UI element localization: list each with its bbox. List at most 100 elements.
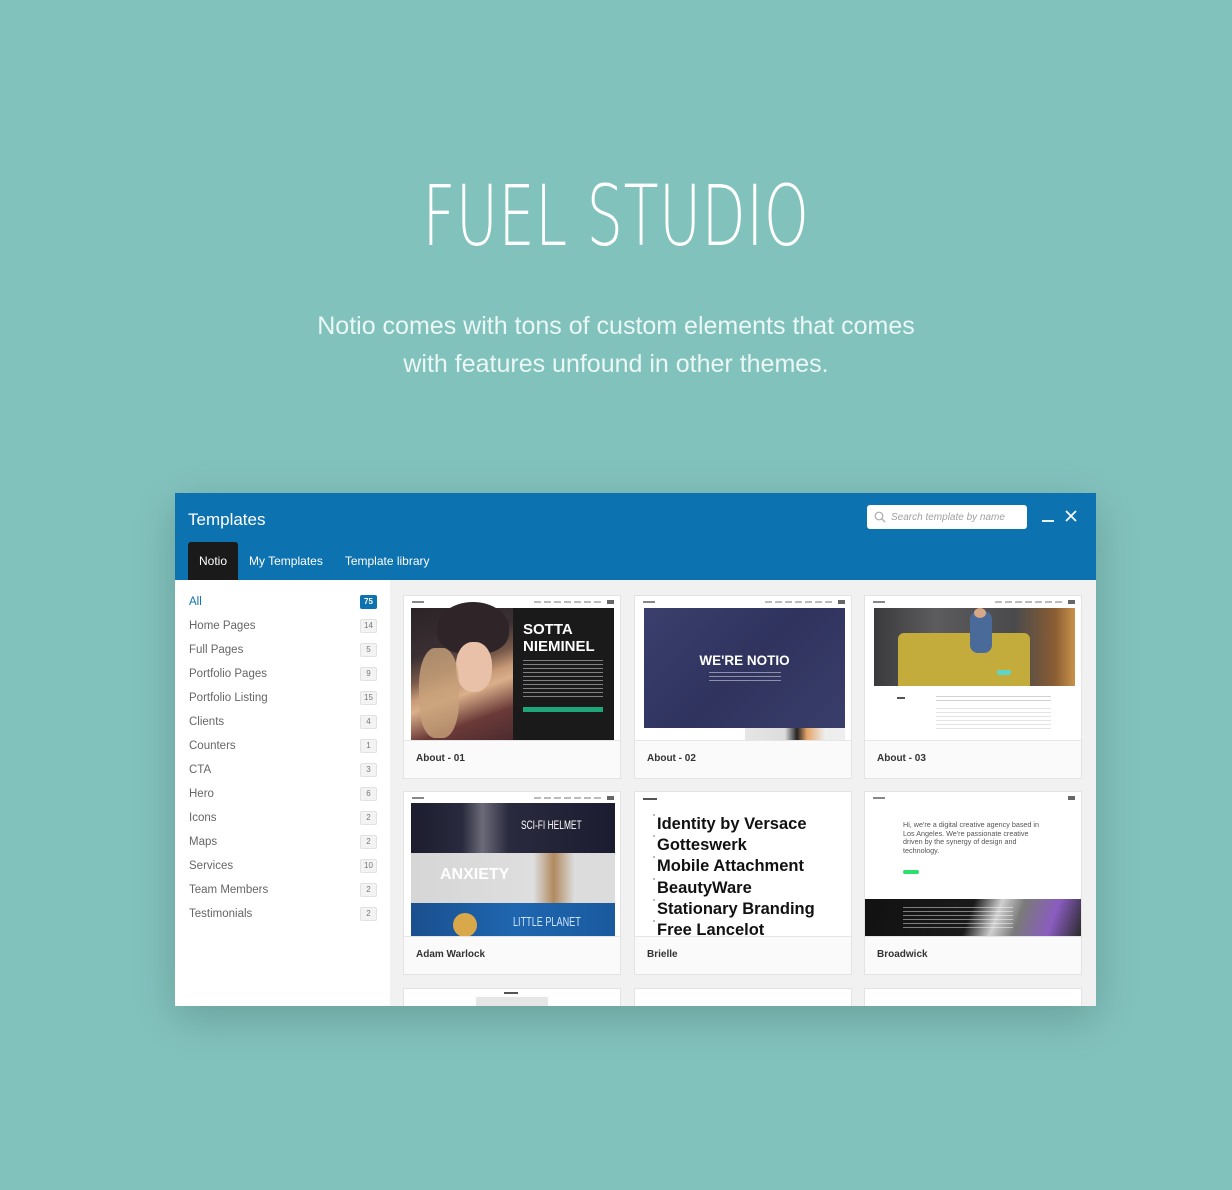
templates-window: Templates Notio My Templates Template li… xyxy=(175,493,1096,1006)
template-name: Adam Warlock xyxy=(416,949,486,960)
template-thumbnail: SCI-FI HELMET ANXIETY LITTLE PLANET xyxy=(404,792,620,937)
hero-title: FUEL STUDIO xyxy=(422,167,810,265)
preview-nav xyxy=(410,796,614,802)
category-hero[interactable]: Hero 6 xyxy=(189,782,377,806)
category-portfolio-listing[interactable]: Portfolio Listing 15 xyxy=(189,686,377,710)
template-card-partial[interactable] xyxy=(634,988,852,1006)
template-card-about-01[interactable]: SOTTA NIEMINEL About - 01 xyxy=(403,595,621,779)
category-count: 10 xyxy=(360,859,377,873)
preview-heading-2: NIEMINEL xyxy=(523,638,595,655)
preview-row-title: ANXIETY xyxy=(440,866,510,883)
template-name: Brielle xyxy=(647,949,678,960)
category-label: Maps xyxy=(189,836,218,848)
preview-intro-text: Hi, we're a digital creative agency base… xyxy=(903,820,1040,855)
category-count: 2 xyxy=(360,883,377,897)
category-counters[interactable]: Counters 1 xyxy=(189,734,377,758)
category-cta[interactable]: CTA 3 xyxy=(189,758,377,782)
template-card-brielle[interactable]: Identity by Versace Gotteswerk Mobile At… xyxy=(634,791,852,975)
minimize-button[interactable] xyxy=(1039,507,1057,525)
tab-notio[interactable]: Notio xyxy=(188,542,239,580)
tab-bar: Notio My Templates Template library xyxy=(188,542,441,580)
category-label: Full Pages xyxy=(189,644,244,656)
category-label: Portfolio Pages xyxy=(189,668,267,680)
category-label: Portfolio Listing xyxy=(189,692,268,704)
hero-subtitle-line-2: with features unfound in other themes. xyxy=(403,350,829,378)
template-grid: SOTTA NIEMINEL About - 01 WE'RE NOTIO Ab… xyxy=(390,580,1096,1006)
template-name: About - 01 xyxy=(416,753,465,764)
close-button[interactable] xyxy=(1062,507,1080,525)
category-label: Home Pages xyxy=(189,620,256,632)
category-label: CTA xyxy=(189,764,212,776)
category-label: Icons xyxy=(189,812,217,824)
preview-row-title: LITTLE PLANET xyxy=(513,914,581,929)
preview-nav xyxy=(871,796,1075,802)
category-team-members[interactable]: Team Members 2 xyxy=(189,878,377,902)
preview-row-little-planet: LITTLE PLANET xyxy=(411,903,615,936)
category-all[interactable]: All 75 xyxy=(189,590,377,614)
preview-list-item: Mobile Attachment xyxy=(657,857,804,875)
category-label: Clients xyxy=(189,716,225,728)
category-count: 9 xyxy=(360,667,377,681)
template-card-about-03[interactable]: About - 03 xyxy=(864,595,1082,779)
template-card-broadwick[interactable]: Hi, we're a digital creative agency base… xyxy=(864,791,1082,975)
template-card-partial[interactable] xyxy=(864,988,1082,1006)
template-thumbnail: Identity by Versace Gotteswerk Mobile At… xyxy=(635,792,851,937)
preview-list-item: Identity by Versace xyxy=(657,815,807,833)
category-count: 2 xyxy=(360,811,377,825)
preview-body-text xyxy=(709,672,781,682)
category-count: 1 xyxy=(360,739,377,753)
category-testimonials[interactable]: Testimonials 2 xyxy=(189,902,377,926)
category-count: 2 xyxy=(360,907,377,921)
category-label: Hero xyxy=(189,788,214,800)
category-portfolio-pages[interactable]: Portfolio Pages 9 xyxy=(189,662,377,686)
preview-heading-text xyxy=(936,696,1051,704)
template-name: Broadwick xyxy=(877,949,928,960)
category-sidebar: All 75 Home Pages 14 Full Pages 5 Portfolio… xyxy=(175,580,390,1006)
preview-list-item: Free Lancelot xyxy=(657,921,765,937)
preview-row-title: SCI-FI HELMET xyxy=(521,818,582,832)
preview-dark-panel: SOTTA NIEMINEL xyxy=(513,608,614,740)
window-title: Templates xyxy=(188,510,266,529)
category-label: All xyxy=(189,596,202,608)
template-thumbnail xyxy=(404,989,620,1006)
preview-body-text xyxy=(523,660,603,700)
preview-nav xyxy=(641,600,845,606)
close-icon xyxy=(1065,510,1077,522)
window-header: Templates Notio My Templates Template li… xyxy=(175,493,1096,580)
category-count: 4 xyxy=(360,715,377,729)
category-clients[interactable]: Clients 4 xyxy=(189,710,377,734)
preview-label xyxy=(897,697,905,699)
preview-hero-banner: WE'RE NOTIO xyxy=(644,608,845,728)
template-card-about-02[interactable]: WE'RE NOTIO About - 02 xyxy=(634,595,852,779)
search-box[interactable] xyxy=(867,505,1027,529)
category-full-pages[interactable]: Full Pages 5 xyxy=(189,638,377,662)
category-label: Testimonials xyxy=(189,908,253,920)
template-thumbnail xyxy=(865,989,1081,1006)
preview-photo-sofa xyxy=(874,608,1075,686)
category-count: 15 xyxy=(360,691,377,705)
template-card-partial[interactable] xyxy=(403,988,621,1006)
search-icon xyxy=(874,511,886,523)
category-maps[interactable]: Maps 2 xyxy=(189,830,377,854)
category-count: 3 xyxy=(360,763,377,777)
category-home-pages[interactable]: Home Pages 14 xyxy=(189,614,377,638)
preview-nav xyxy=(871,600,1075,606)
category-count: 2 xyxy=(360,835,377,849)
preview-list-item: Stationary Branding xyxy=(657,900,815,918)
preview-button xyxy=(523,707,603,712)
category-services[interactable]: Services 10 xyxy=(189,854,377,878)
preview-heading-1: SOTTA xyxy=(523,621,573,638)
tab-template-library[interactable]: Template library xyxy=(334,542,441,580)
tab-my-templates[interactable]: My Templates xyxy=(238,542,334,580)
template-thumbnail xyxy=(865,596,1081,741)
category-icons[interactable]: Icons 2 xyxy=(189,806,377,830)
preview-logo xyxy=(643,798,657,800)
template-card-adam-warlock[interactable]: SCI-FI HELMET ANXIETY LITTLE PLANET Adam… xyxy=(403,791,621,975)
preview-row-anxiety: ANXIETY xyxy=(411,853,615,903)
minimize-icon xyxy=(1042,520,1054,522)
category-label: Team Members xyxy=(189,884,269,896)
preview-body-text xyxy=(936,708,1051,732)
category-count: 75 xyxy=(360,595,377,609)
search-input[interactable] xyxy=(891,511,1021,523)
preview-heading: WE'RE NOTIO xyxy=(699,653,790,668)
